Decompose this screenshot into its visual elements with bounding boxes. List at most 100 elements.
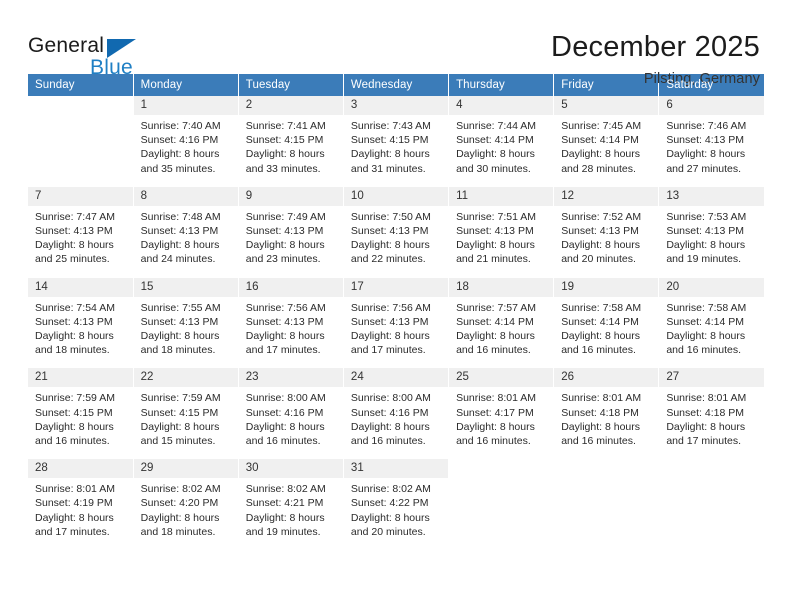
sunset-time: Sunset: 4:15 PM bbox=[140, 406, 219, 419]
daylight-duration-line2: and 20 minutes. bbox=[561, 253, 636, 266]
calendar-day-cell[interactable]: 21 Sunrise: 7:59 AM Sunset: 4:15 PM Dayligh… bbox=[28, 368, 134, 450]
calendar-day-cell-empty bbox=[448, 459, 555, 541]
general-blue-logo[interactable]: General Blue bbox=[28, 30, 178, 86]
calendar-day-cell[interactable]: 23 Sunrise: 8:00 AM Sunset: 4:16 PM Dayligh… bbox=[238, 368, 344, 450]
sunset-time: Sunset: 4:13 PM bbox=[35, 225, 113, 238]
calendar-body: 1 Sunrise: 7:40 AM Sunset: 4:16 PM Daylight… bbox=[28, 96, 764, 541]
calendar-day-cell[interactable]: 5 Sunrise: 7:45 AM Sunset: 4:14 PM Daylight… bbox=[553, 96, 660, 177]
week-spacer bbox=[28, 448, 764, 460]
week-spacer-row bbox=[28, 357, 764, 369]
calendar-day-cell[interactable]: 8 Sunrise: 7:48 AM Sunset: 4:13 PM Daylight… bbox=[133, 186, 239, 268]
sunrise-time: Sunrise: 7:55 AM bbox=[140, 301, 221, 314]
calendar-day-cell[interactable]: 24 Sunrise: 8:00 AM Sunset: 4:16 PM Dayligh… bbox=[343, 368, 450, 450]
calendar-day-cell[interactable]: 26 Sunrise: 8:01 AM Sunset: 4:18 PM Dayligh… bbox=[553, 368, 660, 450]
day-details: Sunrise: 7:58 AM Sunset: 4:14 PM Daylight:… bbox=[659, 297, 764, 358]
daylight-duration-line2: and 16 minutes. bbox=[561, 344, 636, 357]
calendar-day-cell[interactable]: 22 Sunrise: 7:59 AM Sunset: 4:15 PM Dayligh… bbox=[133, 368, 239, 450]
day-number: 27 bbox=[659, 368, 764, 388]
sunrise-time: Sunrise: 7:51 AM bbox=[456, 210, 537, 223]
sunrise-time: Sunrise: 7:44 AM bbox=[456, 120, 537, 132]
calendar-day-cell[interactable]: 15 Sunrise: 7:55 AM Sunset: 4:13 PM Dayligh… bbox=[133, 277, 239, 359]
calendar-day-cell[interactable]: 25 Sunrise: 8:01 AM Sunset: 4:17 PM Dayligh… bbox=[448, 368, 555, 450]
daylight-duration-line2: and 16 minutes. bbox=[35, 435, 110, 448]
sunset-time: Sunset: 4:19 PM bbox=[35, 497, 113, 510]
day-details: Sunrise: 7:46 AM Sunset: 4:13 PM Daylight:… bbox=[659, 115, 764, 176]
calendar-day-cell[interactable]: 12 Sunrise: 7:52 AM Sunset: 4:13 PM Dayligh… bbox=[553, 186, 660, 268]
day-number: 4 bbox=[449, 96, 554, 115]
calendar-day-cell[interactable]: 13 Sunrise: 7:53 AM Sunset: 4:13 PM Dayligh… bbox=[658, 186, 764, 268]
daylight-duration-line1: Daylight: 8 hours bbox=[666, 330, 746, 343]
calendar-day-cell[interactable]: 3 Sunrise: 7:43 AM Sunset: 4:15 PM Daylight… bbox=[343, 96, 450, 177]
calendar-week-row: 14 Sunrise: 7:54 AM Sunset: 4:13 PM Dayligh… bbox=[28, 277, 764, 359]
day-number bbox=[449, 459, 553, 478]
calendar-page: General Blue December 2025 Pilsting, Ger… bbox=[0, 0, 792, 612]
day-details: Sunrise: 7:59 AM Sunset: 4:15 PM Daylight:… bbox=[134, 387, 238, 448]
calendar-day-cell[interactable]: 10 Sunrise: 7:50 AM Sunset: 4:13 PM Dayligh… bbox=[343, 186, 450, 268]
page-header: General Blue December 2025 Pilsting, Ger… bbox=[28, 0, 764, 87]
daylight-duration-line2: and 17 minutes. bbox=[350, 344, 426, 357]
day-details: Sunrise: 7:50 AM Sunset: 4:13 PM Daylight:… bbox=[344, 206, 448, 267]
day-details: Sunrise: 8:01 AM Sunset: 4:19 PM Daylight:… bbox=[28, 478, 133, 539]
day-number: 13 bbox=[659, 186, 764, 206]
sunrise-time: Sunrise: 7:59 AM bbox=[140, 392, 221, 405]
calendar-day-cell-empty bbox=[553, 459, 660, 541]
daylight-duration-line1: Daylight: 8 hours bbox=[561, 420, 640, 433]
sunset-time: Sunset: 4:16 PM bbox=[350, 406, 429, 419]
sunset-time: Sunset: 4:13 PM bbox=[666, 134, 744, 147]
day-details: Sunrise: 7:40 AM Sunset: 4:16 PM Daylight:… bbox=[134, 115, 238, 176]
day-number: 8 bbox=[133, 186, 238, 206]
daylight-duration-line2: and 18 minutes. bbox=[35, 344, 110, 357]
daylight-duration-line1: Daylight: 8 hours bbox=[666, 239, 746, 252]
calendar-day-cell[interactable]: 31 Sunrise: 8:02 AM Sunset: 4:22 PM Dayligh… bbox=[343, 459, 450, 541]
daylight-duration-line1: Daylight: 8 hours bbox=[35, 511, 114, 524]
calendar-day-cell[interactable]: 28 Sunrise: 8:01 AM Sunset: 4:19 PM Dayligh… bbox=[28, 459, 134, 541]
sunset-time: Sunset: 4:14 PM bbox=[456, 134, 534, 147]
daylight-duration-line1: Daylight: 8 hours bbox=[561, 239, 640, 252]
calendar-day-cell[interactable]: 14 Sunrise: 7:54 AM Sunset: 4:13 PM Dayligh… bbox=[28, 277, 134, 359]
day-number: 23 bbox=[238, 368, 343, 388]
daylight-duration-line1: Daylight: 8 hours bbox=[35, 330, 114, 343]
calendar-day-cell[interactable]: 9 Sunrise: 7:49 AM Sunset: 4:13 PM Daylight… bbox=[238, 186, 344, 268]
day-number: 11 bbox=[449, 186, 554, 206]
calendar-week-row: 7 Sunrise: 7:47 AM Sunset: 4:13 PM Daylight… bbox=[28, 186, 764, 268]
calendar-day-cell[interactable]: 16 Sunrise: 7:56 AM Sunset: 4:13 PM Dayligh… bbox=[238, 277, 344, 359]
daylight-duration-line1: Daylight: 8 hours bbox=[456, 330, 535, 343]
logo-text-general: General bbox=[28, 34, 105, 57]
daylight-duration-line2: and 16 minutes. bbox=[456, 435, 531, 448]
calendar-day-cell[interactable]: 4 Sunrise: 7:44 AM Sunset: 4:14 PM Daylight… bbox=[448, 96, 555, 177]
daylight-duration-line2: and 16 minutes. bbox=[561, 435, 636, 448]
daylight-duration-line2: and 23 minutes. bbox=[245, 253, 321, 266]
calendar-day-cell[interactable]: 29 Sunrise: 8:02 AM Sunset: 4:20 PM Dayligh… bbox=[133, 459, 239, 541]
day-number: 24 bbox=[343, 368, 449, 388]
calendar-day-cell[interactable]: 7 Sunrise: 7:47 AM Sunset: 4:13 PM Daylight… bbox=[28, 186, 134, 268]
day-details: Sunrise: 8:00 AM Sunset: 4:16 PM Daylight:… bbox=[239, 387, 343, 448]
sunrise-time: Sunrise: 7:46 AM bbox=[666, 120, 747, 132]
daylight-duration-line1: Daylight: 8 hours bbox=[561, 330, 640, 343]
day-number: 25 bbox=[449, 368, 554, 388]
sunset-time: Sunset: 4:13 PM bbox=[561, 225, 639, 238]
sunset-time: Sunset: 4:21 PM bbox=[245, 497, 324, 510]
sunrise-time: Sunrise: 8:01 AM bbox=[561, 392, 642, 405]
calendar-day-cell[interactable]: 18 Sunrise: 7:57 AM Sunset: 4:14 PM Dayligh… bbox=[448, 277, 555, 359]
page-title: December 2025 bbox=[551, 31, 760, 63]
sunset-time: Sunset: 4:15 PM bbox=[245, 134, 324, 147]
calendar-day-cell[interactable]: 1 Sunrise: 7:40 AM Sunset: 4:16 PM Daylight… bbox=[133, 96, 239, 177]
calendar-day-cell[interactable]: 20 Sunrise: 7:58 AM Sunset: 4:14 PM Dayligh… bbox=[658, 277, 764, 359]
sunrise-time: Sunrise: 7:56 AM bbox=[245, 301, 326, 314]
daylight-duration-line1: Daylight: 8 hours bbox=[245, 239, 325, 252]
calendar-day-cell[interactable]: 27 Sunrise: 8:01 AM Sunset: 4:18 PM Dayligh… bbox=[658, 368, 764, 450]
day-details: Sunrise: 7:58 AM Sunset: 4:14 PM Daylight:… bbox=[554, 297, 658, 358]
daylight-duration-line2: and 25 minutes. bbox=[35, 253, 110, 266]
calendar-day-cell[interactable]: 6 Sunrise: 7:46 AM Sunset: 4:13 PM Daylight… bbox=[658, 96, 764, 177]
daylight-duration-line1: Daylight: 8 hours bbox=[140, 420, 220, 433]
sunrise-time: Sunrise: 8:02 AM bbox=[245, 483, 326, 496]
daylight-duration-line2: and 35 minutes. bbox=[140, 162, 216, 175]
daylight-duration-line1: Daylight: 8 hours bbox=[35, 239, 114, 252]
calendar-day-cell[interactable]: 17 Sunrise: 7:56 AM Sunset: 4:13 PM Dayligh… bbox=[343, 277, 450, 359]
day-details: Sunrise: 8:01 AM Sunset: 4:18 PM Daylight:… bbox=[659, 387, 764, 448]
calendar-day-cell[interactable]: 2 Sunrise: 7:41 AM Sunset: 4:15 PM Daylight… bbox=[238, 96, 344, 177]
day-number: 5 bbox=[554, 96, 659, 115]
calendar-day-cell[interactable]: 19 Sunrise: 7:58 AM Sunset: 4:14 PM Dayligh… bbox=[553, 277, 660, 359]
calendar-day-cell[interactable]: 30 Sunrise: 8:02 AM Sunset: 4:21 PM Dayligh… bbox=[238, 459, 344, 541]
calendar-day-cell[interactable]: 11 Sunrise: 7:51 AM Sunset: 4:13 PM Dayligh… bbox=[448, 186, 555, 268]
